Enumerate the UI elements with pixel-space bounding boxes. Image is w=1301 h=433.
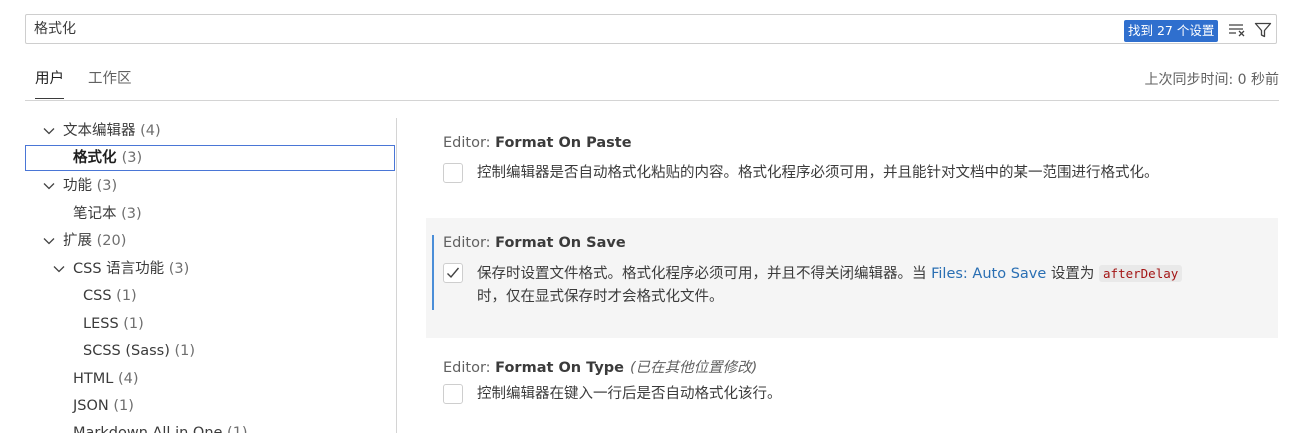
modified-elsewhere-note[interactable]: (已在其他位置修改) — [630, 360, 757, 376]
sync-status: 上次同步时间: 0 秒前 — [1144, 72, 1279, 88]
tree-item-less[interactable]: LESS (1) — [25, 311, 395, 337]
tree-item-count: (4) — [117, 371, 139, 387]
result-count-badge: 找到 27 个设置 — [1124, 20, 1219, 42]
tree-item-count: (20) — [96, 233, 127, 249]
tree-item-count: (3) — [96, 178, 118, 194]
tree-item-notebook[interactable]: 笔记本 (3) — [25, 201, 395, 227]
setting-category: Editor: — [443, 135, 496, 151]
settings-toc-tree: 文本编辑器 (4) 格式化 (3) 功能 (3) 笔记本 (3) 扩展 (20)… — [25, 118, 397, 433]
tree-item-label: 笔记本 — [73, 206, 117, 222]
setting-format-on-type: Editor: Format On Type (已在其他位置修改) 控制编辑器在键… — [426, 346, 1278, 426]
tree-item-count: (3) — [121, 206, 142, 222]
tree-item-label: LESS — [83, 316, 119, 332]
tree-item-count: (1) — [113, 398, 134, 414]
tree-item-json[interactable]: JSON (1) — [25, 393, 395, 419]
tab-workspace[interactable]: 工作区 — [88, 68, 132, 98]
setting-title: Editor: Format On Type (已在其他位置修改) — [443, 356, 757, 377]
focused-setting-indicator — [432, 235, 434, 310]
tree-item-markdown-all-in-one[interactable]: Markdown All in One (1) — [25, 420, 395, 433]
tree-item-text-editor[interactable]: 文本编辑器 (4) — [25, 118, 395, 144]
setting-description: 控制编辑器在键入一行后是否自动格式化该行。 — [477, 386, 782, 402]
tree-item-label: JSON — [73, 398, 109, 414]
tree-item-label: HTML — [73, 371, 114, 387]
tree-item-count: (3) — [168, 261, 190, 277]
tree-item-count: (1) — [123, 316, 144, 332]
setting-category: Editor: — [443, 235, 496, 251]
tree-item-label: CSS — [83, 288, 112, 304]
description-text: 保存时设置文件格式。格式化程序必须可用，并且不得关闭编辑器。当 — [477, 266, 932, 282]
tree-item-label: 格式化 — [73, 150, 117, 166]
tab-user[interactable]: 用户 — [35, 68, 64, 99]
tree-item-css-language-features[interactable]: CSS 语言功能 (3) — [25, 256, 395, 282]
setting-name: Format On Save — [495, 235, 626, 251]
files-auto-save-link[interactable]: Files: Auto Save — [931, 266, 1046, 282]
tree-divider[interactable] — [396, 118, 397, 433]
tree-item-features[interactable]: 功能 (3) — [25, 173, 395, 199]
tree-item-count: (1) — [227, 425, 248, 433]
tree-item-count: (3) — [121, 150, 143, 166]
checkmark-icon — [447, 267, 460, 279]
format-on-paste-checkbox[interactable] — [443, 163, 463, 183]
tree-item-html[interactable]: HTML (4) — [25, 366, 395, 392]
after-delay-code: afterDelay — [1099, 265, 1183, 282]
tree-item-count: (1) — [116, 288, 137, 304]
setting-category: Editor: — [443, 360, 496, 376]
tree-item-label: CSS 语言功能 — [73, 261, 165, 277]
tree-item-scss[interactable]: SCSS (Sass) (1) — [25, 338, 395, 364]
filter-icon[interactable] — [1254, 21, 1272, 39]
tree-item-extensions[interactable]: 扩展 (20) — [25, 228, 395, 254]
setting-format-on-save: Editor: Format On Save 保存时设置文件格式。格式化程序必须… — [426, 218, 1278, 338]
chevron-down-icon — [53, 264, 65, 274]
chevron-down-icon — [43, 236, 55, 246]
tree-item-label: 扩展 — [63, 233, 92, 249]
chevron-down-icon — [43, 126, 55, 136]
setting-name: Format On Type — [495, 360, 624, 376]
setting-format-on-paste: Editor: Format On Paste 控制编辑器是否自动格式化粘贴的内… — [426, 125, 1278, 205]
settings-scope-tabs: 用户 工作区 上次同步时间: 0 秒前 — [25, 62, 1279, 101]
format-on-type-checkbox[interactable] — [443, 384, 463, 404]
tree-item-label: Markdown All in One — [73, 425, 223, 433]
setting-name: Format On Paste — [495, 135, 632, 151]
setting-description: 保存时设置文件格式。格式化程序必须可用，并且不得关闭编辑器。当 Files: A… — [477, 262, 1267, 309]
tree-item-label: 功能 — [63, 178, 92, 194]
tree-item-formatting[interactable]: 格式化 (3) — [25, 145, 395, 171]
format-on-save-checkbox[interactable] — [443, 263, 463, 283]
tree-item-css[interactable]: CSS (1) — [25, 283, 395, 309]
tree-item-count: (1) — [174, 343, 196, 359]
description-text: 设置为 — [1046, 266, 1100, 282]
tree-item-count: (4) — [140, 123, 161, 139]
search-input[interactable] — [34, 15, 1114, 43]
setting-description: 控制编辑器是否自动格式化粘贴的内容。格式化程序必须可用，并且能针对文档中的某一范… — [477, 165, 1159, 181]
tree-item-label: 文本编辑器 — [63, 123, 136, 139]
description-text: 时，仅在显式保存时才会格式化文件。 — [477, 289, 724, 305]
chevron-down-icon — [43, 181, 55, 191]
tree-item-label: SCSS (Sass) — [83, 343, 170, 359]
clear-filter-icon[interactable] — [1228, 21, 1246, 39]
setting-title: Editor: Format On Paste — [443, 135, 632, 151]
setting-title: Editor: Format On Save — [443, 235, 626, 251]
settings-search-box[interactable]: 找到 27 个设置 — [25, 14, 1277, 44]
